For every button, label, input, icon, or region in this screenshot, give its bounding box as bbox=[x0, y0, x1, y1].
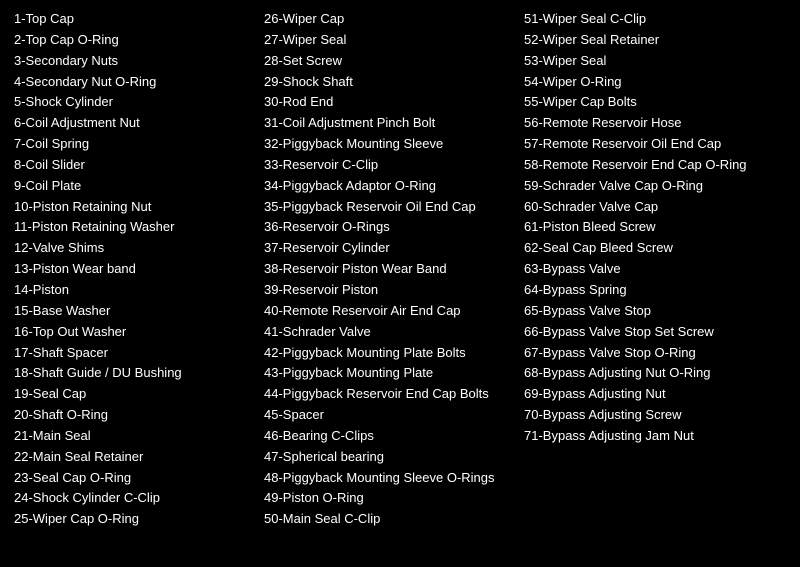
list-item: 55-Wiper Cap Bolts bbox=[524, 93, 800, 112]
list-item: 49-Piston O-Ring bbox=[264, 489, 524, 508]
list-item: 12-Valve Shims bbox=[14, 239, 264, 258]
list-item: 19-Seal Cap bbox=[14, 385, 264, 404]
main-content: 1-Top Cap 2-Top Cap O-Ring 3-Secondary Nut… bbox=[0, 0, 800, 567]
list-item: 60-Schrader Valve Cap bbox=[524, 198, 800, 217]
list-item: 70-Bypass Adjusting Screw bbox=[524, 406, 800, 425]
list-item: 39-Reservoir Piston bbox=[264, 281, 524, 300]
list-item: 13-Piston Wear band bbox=[14, 260, 264, 279]
list-item: 38-Reservoir Piston Wear Band bbox=[264, 260, 524, 279]
list-item: 63-Bypass Valve bbox=[524, 260, 800, 279]
list-item: 44-Piggyback Reservoir End Cap Bolts bbox=[264, 385, 524, 404]
list-item: 50-Main Seal C-Clip bbox=[264, 510, 524, 529]
column-3: 51-Wiper Seal C-Clip 52-Wiper Seal Retain… bbox=[524, 10, 800, 557]
list-item: 56-Remote Reservoir Hose bbox=[524, 114, 800, 133]
list-item: 47-Spherical bearing bbox=[264, 448, 524, 467]
list-item: 34-Piggyback Adaptor O-Ring bbox=[264, 177, 524, 196]
list-item: 3-Secondary Nuts bbox=[14, 52, 264, 71]
list-item: 25-Wiper Cap O-Ring bbox=[14, 510, 264, 529]
list-item: 20-Shaft O-Ring bbox=[14, 406, 264, 425]
column-1: 1-Top Cap 2-Top Cap O-Ring 3-Secondary Nut… bbox=[14, 10, 264, 557]
list-item: 64-Bypass Spring bbox=[524, 281, 800, 300]
list-item: 40-Remote Reservoir Air End Cap bbox=[264, 302, 524, 321]
list-item: 69-Bypass Adjusting Nut bbox=[524, 385, 800, 404]
column-2: 26-Wiper Cap 27-Wiper Seal 28-Set Screw 29-… bbox=[264, 10, 524, 557]
list-item: 17-Shaft Spacer bbox=[14, 344, 264, 363]
list-item: 67-Bypass Valve Stop O-Ring bbox=[524, 344, 800, 363]
list-item: 31-Coil Adjustment Pinch Bolt bbox=[264, 114, 524, 133]
list-item: 4-Secondary Nut O-Ring bbox=[14, 73, 264, 92]
list-item: 58-Remote Reservoir End Cap O-Ring bbox=[524, 156, 800, 175]
list-item: 37-Reservoir Cylinder bbox=[264, 239, 524, 258]
list-item: 23-Seal Cap O-Ring bbox=[14, 469, 264, 488]
list-item: 33-Reservoir C-Clip bbox=[264, 156, 524, 175]
list-item: 1-Top Cap bbox=[14, 10, 264, 29]
list-item: 27-Wiper Seal bbox=[264, 31, 524, 50]
list-item: 59-Schrader Valve Cap O-Ring bbox=[524, 177, 800, 196]
list-item: 61-Piston Bleed Screw bbox=[524, 218, 800, 237]
list-item: 68-Bypass Adjusting Nut O-Ring bbox=[524, 364, 800, 383]
list-item: 11-Piston Retaining Washer bbox=[14, 218, 264, 237]
list-item: 46-Bearing C-Clips bbox=[264, 427, 524, 446]
list-item: 51-Wiper Seal C-Clip bbox=[524, 10, 800, 29]
list-item: 6-Coil Adjustment Nut bbox=[14, 114, 264, 133]
list-item: 8-Coil Slider bbox=[14, 156, 264, 175]
list-item: 18-Shaft Guide / DU Bushing bbox=[14, 364, 264, 383]
list-item: 29-Shock Shaft bbox=[264, 73, 524, 92]
list-item: 7-Coil Spring bbox=[14, 135, 264, 154]
list-item: 45-Spacer bbox=[264, 406, 524, 425]
list-item: 30-Rod End bbox=[264, 93, 524, 112]
list-item: 35-Piggyback Reservoir Oil End Cap bbox=[264, 198, 524, 217]
list-item: 10-Piston Retaining Nut bbox=[14, 198, 264, 217]
list-item: 43-Piggyback Mounting Plate bbox=[264, 364, 524, 383]
list-item: 41-Schrader Valve bbox=[264, 323, 524, 342]
list-item: 65-Bypass Valve Stop bbox=[524, 302, 800, 321]
list-item: 2-Top Cap O-Ring bbox=[14, 31, 264, 50]
list-item: 24-Shock Cylinder C-Clip bbox=[14, 489, 264, 508]
list-item: 26-Wiper Cap bbox=[264, 10, 524, 29]
list-item: 28-Set Screw bbox=[264, 52, 524, 71]
list-item: 57-Remote Reservoir Oil End Cap bbox=[524, 135, 800, 154]
list-item: 48-Piggyback Mounting Sleeve O-Rings bbox=[264, 469, 524, 488]
list-item: 22-Main Seal Retainer bbox=[14, 448, 264, 467]
list-item: 36-Reservoir O-Rings bbox=[264, 218, 524, 237]
list-item: 71-Bypass Adjusting Jam Nut bbox=[524, 427, 800, 446]
list-item: 62-Seal Cap Bleed Screw bbox=[524, 239, 800, 258]
list-item: 54-Wiper O-Ring bbox=[524, 73, 800, 92]
list-item: 15-Base Washer bbox=[14, 302, 264, 321]
list-item: 53-Wiper Seal bbox=[524, 52, 800, 71]
list-item: 5-Shock Cylinder bbox=[14, 93, 264, 112]
list-item: 32-Piggyback Mounting Sleeve bbox=[264, 135, 524, 154]
list-item: 66-Bypass Valve Stop Set Screw bbox=[524, 323, 800, 342]
list-item: 14-Piston bbox=[14, 281, 264, 300]
list-item: 9-Coil Plate bbox=[14, 177, 264, 196]
list-item: 16-Top Out Washer bbox=[14, 323, 264, 342]
list-item: 52-Wiper Seal Retainer bbox=[524, 31, 800, 50]
list-item: 42-Piggyback Mounting Plate Bolts bbox=[264, 344, 524, 363]
list-item: 21-Main Seal bbox=[14, 427, 264, 446]
